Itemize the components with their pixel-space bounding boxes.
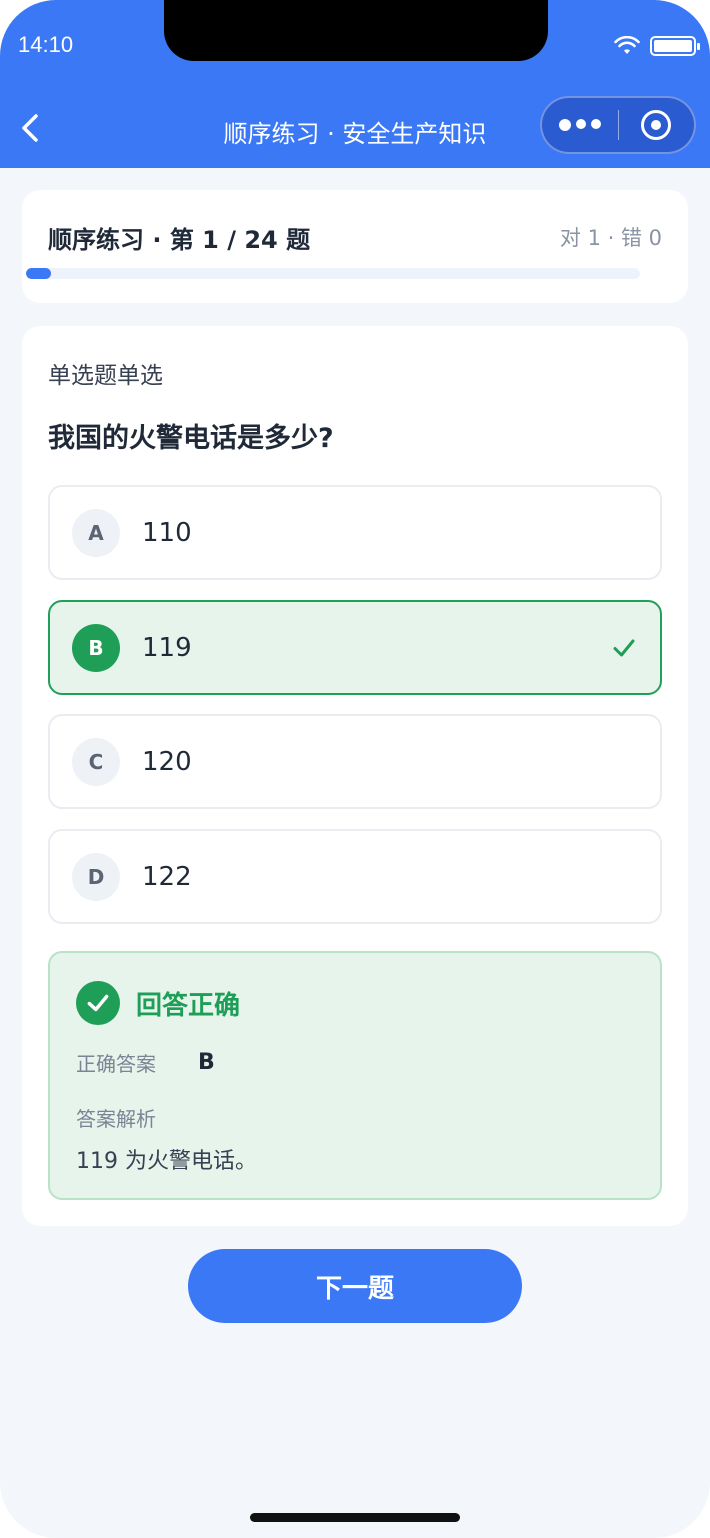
progress-title: 顺序练习 · 第 1 / 24 题	[48, 226, 311, 254]
close-miniprogram-button[interactable]	[619, 98, 695, 152]
device-notch	[164, 0, 548, 61]
option-letter: A	[72, 509, 120, 557]
answer-feedback: 回答正确 正确答案 B 答案解析 119 为火警电话。	[48, 951, 662, 1200]
battery-icon	[650, 36, 700, 56]
home-indicator	[250, 1513, 460, 1522]
phone-screen: 14:10 顺序练习 · 安全生产知识 顺序练习 · 第 1 / 24 题 对 …	[0, 0, 710, 1538]
option-a[interactable]: A 110	[48, 485, 662, 580]
more-dots-icon	[558, 119, 601, 131]
target-icon	[641, 110, 672, 140]
question-text: 我国的火警电话是多少?	[48, 423, 334, 454]
option-c[interactable]: C 120	[48, 714, 662, 809]
explanation-label: 答案解析	[76, 1107, 156, 1131]
progress-bar	[26, 268, 640, 279]
miniprogram-capsule	[540, 96, 696, 154]
correct-answer-label: 正确答案	[76, 1052, 156, 1076]
check-icon	[613, 639, 635, 657]
option-letter: D	[72, 853, 120, 901]
status-time: 14:10	[18, 32, 74, 57]
option-d[interactable]: D 122	[48, 829, 662, 924]
more-button[interactable]	[542, 98, 618, 152]
status-icons	[614, 36, 700, 56]
progress-card: 顺序练习 · 第 1 / 24 题 对 1 · 错 0	[22, 190, 688, 303]
option-letter: B	[72, 624, 120, 672]
next-question-button[interactable]: 下一题	[188, 1249, 522, 1323]
option-text: 119	[142, 633, 192, 663]
feedback-title: 回答正确	[136, 991, 241, 1021]
option-letter: C	[72, 738, 120, 786]
question-type: 单选题单选	[48, 363, 163, 389]
success-check-icon	[76, 981, 120, 1025]
option-text: 122	[142, 862, 192, 892]
option-b[interactable]: B 119	[48, 600, 662, 695]
progress-bar-fill	[26, 268, 51, 279]
explanation-text: 119 为火警电话。	[76, 1149, 257, 1174]
correct-answer-value: B	[198, 1050, 215, 1075]
option-text: 120	[142, 747, 192, 777]
score-stats: 对 1 · 错 0	[559, 226, 662, 250]
option-text: 110	[142, 518, 192, 548]
question-card: 单选题单选 我国的火警电话是多少? A 110 B 119 C 120 D 12…	[22, 326, 688, 1226]
wifi-icon	[614, 36, 640, 54]
